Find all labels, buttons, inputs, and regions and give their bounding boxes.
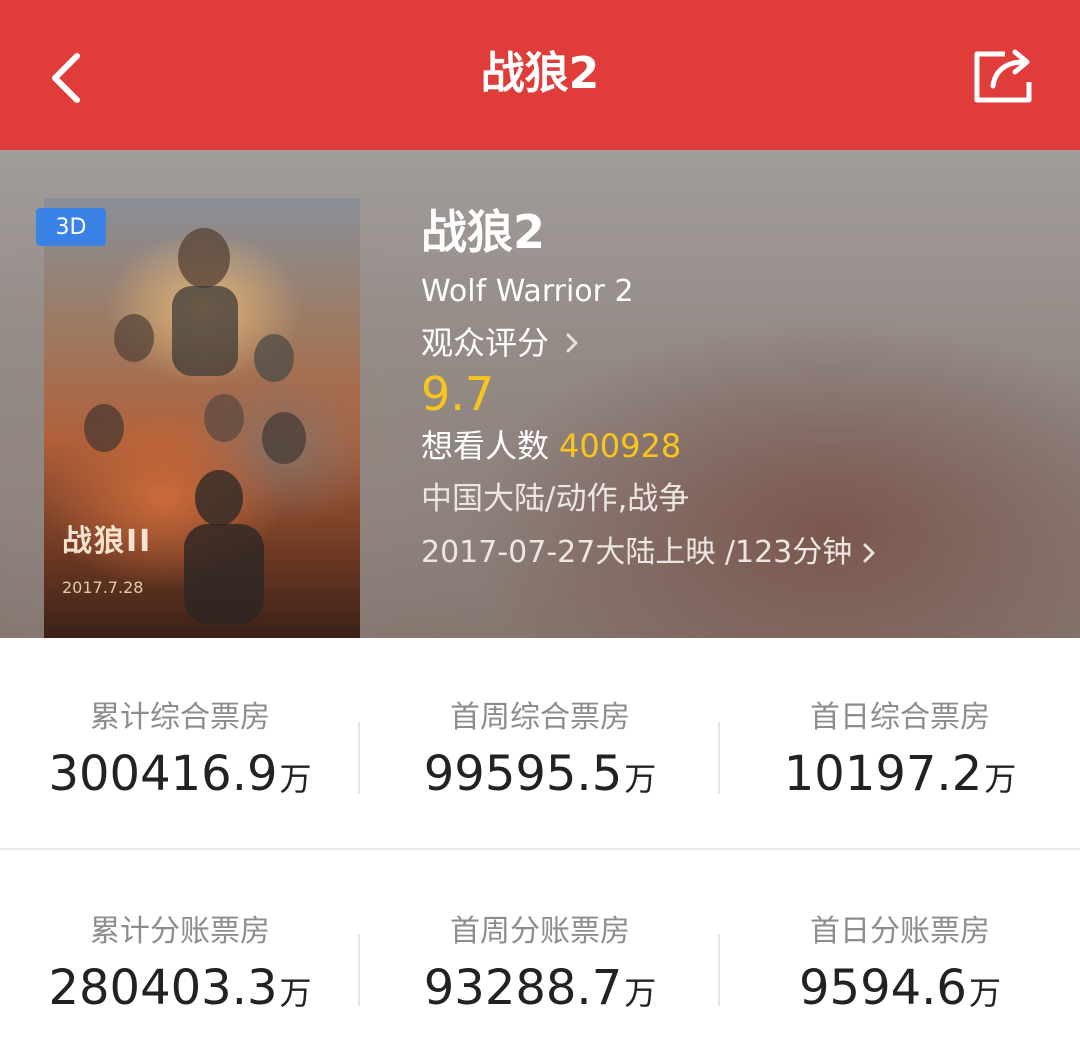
stat-value-row: 99595.5万 xyxy=(360,742,720,811)
stat-unit: 万 xyxy=(984,760,1017,798)
stat-label: 累计分账票房 xyxy=(90,914,270,949)
want-to-see-count: 400928 xyxy=(559,427,682,465)
stat-value: 280403.3 xyxy=(48,960,278,1016)
audience-score-link[interactable]: 观众评分 xyxy=(421,322,579,364)
movie-english-title: Wolf Warrior 2 xyxy=(421,274,634,309)
stat-label: 首日分账票房 xyxy=(810,914,990,949)
share-icon xyxy=(974,49,1032,103)
format-badge: 3D xyxy=(36,208,106,246)
stat-label: 首周综合票房 xyxy=(450,700,630,735)
stat-value: 99595.5 xyxy=(423,746,623,802)
stat-value: 10197.2 xyxy=(783,746,983,802)
stat-cell: 累计综合票房 300416.9万 xyxy=(0,638,360,848)
movie-genre: 中国大陆/动作,战争 xyxy=(421,481,690,517)
box-office-row-comprehensive: 累计综合票房 300416.9万 首周综合票房 99595.5万 首日综合票房 … xyxy=(0,638,1080,848)
top-bar: 战狼2 xyxy=(0,0,1080,150)
stat-label: 累计综合票房 xyxy=(90,700,270,735)
stat-value-row: 280403.3万 xyxy=(0,956,360,1025)
stat-cell: 首日分账票房 9594.6万 xyxy=(720,850,1080,1060)
stat-value: 93288.7 xyxy=(423,960,623,1016)
chevron-right-icon xyxy=(566,333,578,353)
stat-unit: 万 xyxy=(624,760,657,798)
movie-poster[interactable]: 战狼II 2017.7.28 xyxy=(44,198,360,638)
stat-value: 9594.6 xyxy=(799,960,967,1016)
audience-score-label: 观众评分 xyxy=(421,324,550,362)
stat-value-row: 9594.6万 xyxy=(720,956,1080,1025)
release-info-link[interactable]: 2017-07-27大陆上映 /123分钟 xyxy=(421,532,876,574)
movie-info-banner: 战狼II 2017.7.28 3D 战狼2 Wolf Warrior 2 观众评… xyxy=(0,150,1080,638)
share-button[interactable] xyxy=(964,40,1044,110)
stat-cell: 累计分账票房 280403.3万 xyxy=(0,850,360,1060)
stat-value-row: 300416.9万 xyxy=(0,742,360,811)
release-info: 2017-07-27大陆上映 /123分钟 xyxy=(421,535,853,570)
want-to-see-label: 想看人数 xyxy=(421,427,550,465)
stat-value-row: 93288.7万 xyxy=(360,956,720,1025)
want-to-see-row: 想看人数 400928 xyxy=(421,424,681,468)
stat-unit: 万 xyxy=(279,760,312,798)
chevron-right-icon xyxy=(863,543,875,563)
stat-unit: 万 xyxy=(279,974,312,1012)
page-title: 战狼2 xyxy=(480,48,600,99)
box-office-row-split: 累计分账票房 280403.3万 首周分账票房 93288.7万 首日分账票房 … xyxy=(0,850,1080,1060)
box-office-stats: 累计综合票房 300416.9万 首周综合票房 99595.5万 首日综合票房 … xyxy=(0,638,1080,1052)
poster-date: 2017.7.28 xyxy=(62,578,144,597)
stat-unit: 万 xyxy=(624,974,657,1012)
stat-cell: 首周分账票房 93288.7万 xyxy=(360,850,720,1060)
stat-cell: 首日综合票房 10197.2万 xyxy=(720,638,1080,848)
stat-label: 首日综合票房 xyxy=(810,700,990,735)
movie-title: 战狼2 xyxy=(421,205,546,259)
audience-score: 9.7 xyxy=(421,367,495,421)
stat-value-row: 10197.2万 xyxy=(720,742,1080,811)
poster-logo: 战狼II xyxy=(62,524,153,559)
stat-unit: 万 xyxy=(968,974,1001,1012)
stat-value: 300416.9 xyxy=(48,746,278,802)
stat-label: 首周分账票房 xyxy=(450,914,630,949)
stat-cell: 首周综合票房 99595.5万 xyxy=(360,638,720,848)
poster-figures xyxy=(84,228,306,624)
